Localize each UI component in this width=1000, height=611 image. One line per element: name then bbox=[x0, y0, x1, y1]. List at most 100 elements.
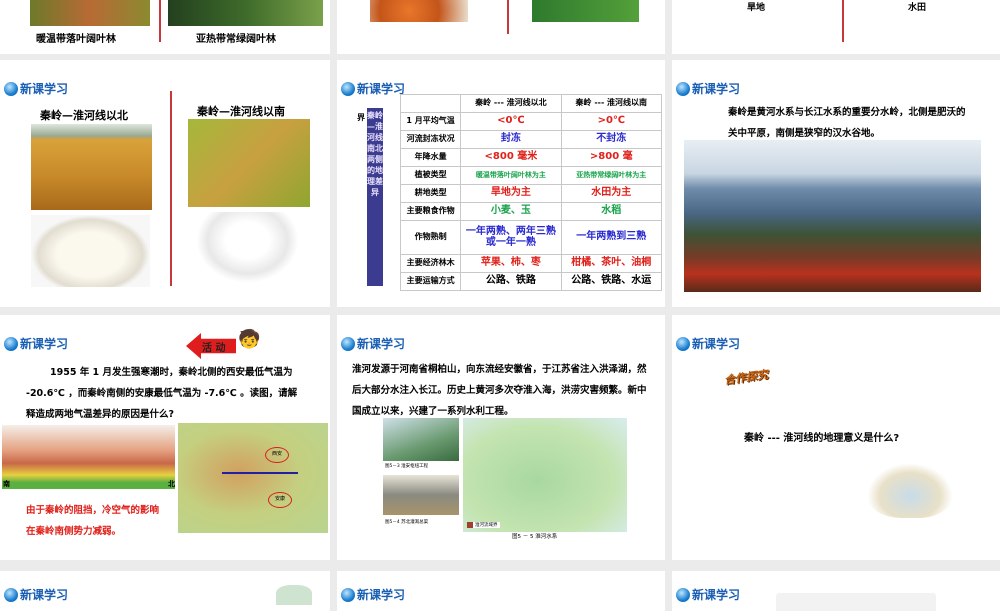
water-drop-icon bbox=[4, 81, 18, 96]
row-label: 主要运输方式 bbox=[399, 272, 462, 291]
table-row: 主要粮食作物 小麦、玉 水稻 bbox=[399, 202, 663, 221]
comparison-table: 秦岭 --- 淮河线以北 秦岭 --- 淮河线以南 1 月平均气温 <0℃ >0℃ 河流封… bbox=[399, 94, 663, 291]
qinling-line bbox=[222, 472, 298, 474]
activity-label: 活 动 bbox=[202, 343, 226, 354]
water-drop-icon bbox=[341, 336, 355, 351]
fig5-caption: 图5 － 5 淮河水系 bbox=[512, 534, 558, 540]
evergreen-forest-image bbox=[168, 0, 323, 26]
slide-thumbnail-11[interactable]: 新课学习 bbox=[337, 571, 665, 611]
cell: 苹果、柿、枣 bbox=[460, 254, 562, 273]
slide-thumbnail-12[interactable]: 新课学习 bbox=[672, 571, 1000, 611]
answer-text: 由于秦岭的阻挡，冷空气的影响在秦岭南侧势力减弱。 bbox=[26, 505, 160, 537]
cell: 一年两熟到三熟 bbox=[560, 220, 663, 255]
caption-left: 暖温带落叶阔叶林 bbox=[36, 34, 116, 45]
content-box bbox=[776, 593, 936, 611]
elevation-profile-image bbox=[2, 425, 175, 489]
slide-thumbnail-8[interactable]: 新课学习 淮河发源于河南省桐柏山，向东流经安徽省，于江苏省注入洪泽湖，然后大部分… bbox=[337, 315, 665, 560]
caption-right: 亚热带常绿阔叶林 bbox=[196, 34, 276, 45]
column-header bbox=[399, 94, 462, 113]
table-row: 植被类型 暖温带落叶阔叶林为主 亚热带常绿阔叶林为主 bbox=[399, 166, 663, 185]
slide-thumbnail-10[interactable]: 新课学习 bbox=[0, 571, 330, 611]
title-south: 秦岭—淮河线以南 bbox=[197, 105, 285, 118]
description-text: 秦岭是黄河水系与长江水系的重要分水岭，北侧是肥沃的关中平原，南侧是狭窄的汉水谷地… bbox=[728, 107, 966, 139]
cell: 旱地为主 bbox=[460, 184, 562, 203]
cell: 公路、铁路 bbox=[460, 272, 562, 291]
rice-plant-image bbox=[188, 119, 310, 207]
cell: <800 毫米 bbox=[460, 148, 562, 167]
cell: <0℃ bbox=[460, 112, 562, 131]
row-label: 河流封冻状况 bbox=[399, 130, 462, 149]
table-row: 河流封冻状况 封冻 不封冻 bbox=[399, 130, 663, 149]
caption-right: 水田 bbox=[908, 3, 927, 13]
table-row: 主要运输方式 公路、铁路 公路、铁路、水运 bbox=[399, 272, 663, 291]
deciduous-forest-image bbox=[30, 0, 150, 26]
table-row: 1 月平均气温 <0℃ >0℃ bbox=[399, 112, 663, 131]
divider bbox=[507, 0, 509, 34]
section-header: 新课学习 bbox=[4, 586, 68, 603]
profile-north-label: 北 bbox=[168, 480, 175, 488]
fig4-caption: 图5－4 苏北灌溉总渠 bbox=[385, 520, 429, 525]
row-label: 主要经济林木 bbox=[399, 254, 462, 273]
divider bbox=[159, 0, 161, 42]
water-drop-icon bbox=[341, 81, 355, 96]
title-north: 秦岭—淮河线以北 bbox=[40, 109, 128, 122]
question-text: 秦岭 --- 淮河线的地理意义是什么? bbox=[744, 433, 900, 444]
cell: 暖温带落叶阔叶林为主 bbox=[460, 166, 562, 185]
team-meeting-illustration bbox=[867, 463, 953, 518]
slide-thumbnail-5[interactable]: 新课学习 界 秦岭—淮河线南北两侧的地理差异 秦岭 --- 淮河线以北 秦岭 --… bbox=[337, 60, 665, 307]
section-header: 新课学习 bbox=[341, 80, 405, 97]
table-row: 年降水量 <800 毫米 >800 毫 bbox=[399, 148, 663, 167]
row-label: 主要粮食作物 bbox=[399, 202, 462, 221]
profile-south-label: 南 bbox=[3, 480, 10, 488]
map-legend: 淮河流域界 bbox=[467, 522, 500, 528]
wheat-image bbox=[31, 124, 152, 210]
description-text: 淮河发源于河南省桐柏山，向东流经安徽省，于江苏省注入洪泽湖，然后大部分水注入长江… bbox=[352, 364, 647, 417]
fig3-caption: 图5－3 淮安枢纽工程 bbox=[385, 464, 429, 469]
terrain-map-image bbox=[178, 423, 328, 533]
section-header: 新课学习 bbox=[4, 335, 68, 352]
section-header: 新课学习 bbox=[676, 335, 740, 352]
table-header-row: 秦岭 --- 淮河线以北 秦岭 --- 淮河线以南 bbox=[399, 94, 663, 113]
table-row: 作物熟制 一年两熟、两年三熟或一年一熟 一年两熟到三熟 bbox=[399, 220, 663, 255]
slide-thumbnail-3[interactable]: 旱地 水田 bbox=[672, 0, 1000, 54]
huaihe-river-map bbox=[463, 418, 627, 532]
water-drop-icon bbox=[4, 587, 18, 602]
slide-thumbnail-2[interactable] bbox=[337, 0, 665, 54]
cell: 公路、铁路、水运 bbox=[560, 272, 663, 291]
column-header: 秦岭 --- 淮河线以北 bbox=[460, 94, 562, 113]
section-header: 新课学习 bbox=[341, 586, 405, 603]
slide-thumbnail-7[interactable]: 新课学习 活 动 🧒 1955 年 1 月发生强寒潮时，秦岭北侧的西安最低气温为… bbox=[0, 315, 330, 560]
canal-image bbox=[383, 475, 459, 515]
slide-thumbnail-6[interactable]: 新课学习 秦岭是黄河水系与长江水系的重要分水岭，北侧是肥沃的关中平原，南侧是狭窄… bbox=[672, 60, 1000, 307]
persimmon-image bbox=[370, 0, 468, 22]
slide-thumbnail-4[interactable]: 新课学习 秦岭—淮河线以北 秦岭—淮河线以南 bbox=[0, 60, 330, 307]
water-drop-icon bbox=[676, 587, 690, 602]
section-header: 新课学习 bbox=[341, 335, 405, 352]
rice-bowl-image bbox=[196, 212, 299, 283]
section-header: 新课学习 bbox=[4, 80, 68, 97]
section-header: 新课学习 bbox=[676, 80, 740, 97]
cooperation-badge: 合作探究 bbox=[723, 367, 769, 387]
row-label: 年降水量 bbox=[399, 148, 462, 167]
row-label: 耕地类型 bbox=[399, 184, 462, 203]
cell: 水稻 bbox=[560, 202, 663, 221]
row-label: 作物熟制 bbox=[399, 220, 462, 255]
cell: 不封冻 bbox=[560, 130, 663, 149]
slide-thumbnail-9[interactable]: 新课学习 合作探究 秦岭 --- 淮河线的地理意义是什么? bbox=[672, 315, 1000, 560]
cell: 小麦、玉 bbox=[460, 202, 562, 221]
caption-left: 旱地 bbox=[747, 3, 766, 13]
qinling-mountain-image bbox=[684, 140, 981, 292]
divider bbox=[170, 91, 172, 286]
table-row: 主要经济林木 苹果、柿、枣 柑橘、茶叶、油桐 bbox=[399, 254, 663, 273]
steamed-buns-image bbox=[31, 215, 150, 287]
slide-thumbnail-1[interactable]: 暖温带落叶阔叶林 亚热带常绿阔叶林 bbox=[0, 0, 330, 54]
map-image bbox=[276, 585, 312, 605]
row-label: 1 月平均气温 bbox=[399, 112, 462, 131]
cell: 亚热带常绿阔叶林为主 bbox=[560, 166, 663, 185]
row-label: 植被类型 bbox=[399, 166, 462, 185]
water-drop-icon bbox=[341, 587, 355, 602]
kids-icon: 🧒 bbox=[238, 329, 261, 350]
cell: >0℃ bbox=[560, 112, 663, 131]
cell: 柑橘、茶叶、油桐 bbox=[560, 254, 663, 273]
cell: >800 毫 bbox=[560, 148, 663, 167]
